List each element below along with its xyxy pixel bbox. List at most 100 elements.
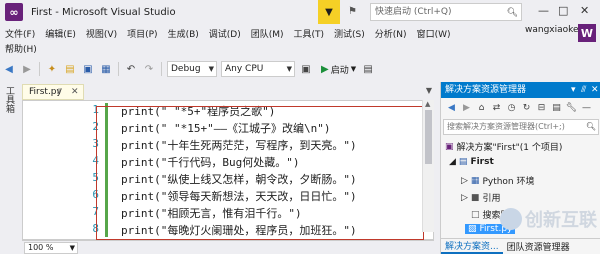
menu-window[interactable]: 窗口(W) (412, 27, 456, 40)
chevron-down-icon: ▼ (69, 244, 75, 252)
toolbox-tab[interactable]: 工具箱 (3, 86, 16, 113)
menu-help[interactable]: 帮助(H) (0, 42, 37, 56)
python-file-icon: ▧ (468, 224, 477, 234)
tree-item-references[interactable]: ▷ ■ 引用 (461, 191, 501, 205)
start-button[interactable]: ▶ 启动 ▼ (321, 63, 356, 76)
scroll-up-icon[interactable]: ▲ (425, 100, 430, 108)
expand-icon[interactable]: ◢ (449, 157, 456, 167)
menu-file[interactable]: 文件(F) (0, 27, 40, 40)
toolbox-strip: 工具箱 (0, 82, 18, 242)
menu-analyze[interactable]: 分析(N) (370, 27, 412, 40)
back-icon[interactable]: ◀ (1, 61, 17, 77)
zoom-dropdown[interactable]: 100 % ▼ (24, 242, 78, 254)
pin-icon[interactable]: ⫻ (57, 85, 62, 99)
platform-value: Any CPU (225, 64, 264, 74)
forward-icon[interactable]: ▶ (460, 100, 473, 116)
chevron-down-icon: ▼ (286, 65, 292, 73)
toolbar-separator (39, 62, 40, 76)
configuration-value: Debug (171, 64, 201, 74)
tree-item-project[interactable]: ◢ ▤ First (449, 157, 494, 167)
line-number: 4 (92, 154, 99, 167)
sync-icon[interactable]: ⇄ (490, 100, 503, 116)
collapsed-icon[interactable]: ▷ (461, 176, 468, 186)
minimize-icon[interactable]: — (538, 4, 549, 17)
undo-icon[interactable]: ↶ (123, 61, 139, 77)
menu-view[interactable]: 视图(V) (81, 27, 122, 40)
menu-bar: 文件(F) 编辑(E) 视图(V) 项目(P) 生成(B) 调试(D) 团队(M… (0, 24, 600, 42)
feedback-flag-icon[interactable]: ⚑ (348, 6, 357, 17)
refresh-icon[interactable]: ↻ (520, 100, 533, 116)
solution-explorer-tabs: 解决方案资... 团队资源管理器 (441, 238, 600, 254)
chevron-down-icon[interactable]: ▼ (426, 86, 432, 95)
toolbar-overflow-icon[interactable]: ▤ (360, 61, 376, 77)
code-area[interactable]: print(" "*5+"程序员之歌") print(" "*15+"——《江城… (107, 101, 425, 239)
tab-first-py[interactable]: First.py ⫻ ✕ (22, 84, 84, 100)
history-icon[interactable]: ◷ (505, 100, 518, 116)
maximize-icon[interactable]: □ (558, 4, 568, 17)
toolbar-icon[interactable]: ▣ (298, 61, 314, 77)
menu-build[interactable]: 生成(B) (163, 27, 204, 40)
collapse-all-icon[interactable]: ⊟ (535, 100, 548, 116)
save-all-icon[interactable]: ▦ (98, 61, 114, 77)
code-line[interactable]: print(" "*15+"——《江城子》改编\n") (121, 120, 330, 136)
code-line[interactable]: print("纵使上线又怎样，朝令改，夕断肠。") (121, 171, 357, 187)
scrollbar-thumb[interactable] (425, 110, 432, 164)
code-line[interactable]: print("相顾无言，惟有泪千行。") (121, 205, 302, 221)
home-icon[interactable]: ⌂ (475, 100, 488, 116)
notifications-icon[interactable]: ▼ (318, 0, 340, 24)
tree-item-label: 解决方案"First"(1 个项目) (456, 143, 563, 153)
code-line[interactable]: print("领导每天新想法，天天改，日日忙。") (121, 188, 357, 204)
avatar[interactable]: W (578, 24, 596, 42)
user-name[interactable]: wangxiaoke (525, 25, 579, 35)
save-icon[interactable]: ▣ (80, 61, 96, 77)
line-numbers: 1 2 3 4 5 6 7 8 (23, 101, 99, 239)
menu-team[interactable]: 团队(M) (246, 27, 289, 40)
tree-item-python-env[interactable]: ▷ ▦ Python 环境 (461, 174, 535, 188)
tab-team-explorer[interactable]: 团队资源管理器 (503, 240, 574, 253)
python-project-icon: ▤ (458, 157, 468, 167)
window-title: First - Microsoft Visual Studio (31, 6, 176, 18)
new-project-icon[interactable]: ✦ (44, 61, 60, 77)
code-line[interactable]: print("千行代码，Bug何处藏。") (121, 154, 299, 170)
close-icon[interactable]: ✕ (580, 4, 589, 17)
zoom-value: 100 % (28, 243, 54, 252)
vertical-scrollbar[interactable]: ▲ (422, 100, 434, 232)
tree-item-label: 引用 (482, 194, 501, 204)
show-all-files-icon[interactable]: ▤ (550, 100, 563, 116)
search-icon: 🔍︎ (506, 8, 518, 18)
redo-icon[interactable]: ↷ (141, 61, 157, 77)
solution-explorer-search[interactable]: 搜索解决方案资源管理器(Ctrl+;) 🔍︎ (443, 119, 599, 135)
quick-launch-input[interactable]: 快速启动 (Ctrl+Q) 🔍︎ (370, 3, 522, 21)
menu-edit[interactable]: 编辑(E) (40, 27, 81, 40)
watermark-text: 创新互联 (525, 210, 597, 231)
close-icon[interactable]: ✕ (71, 85, 79, 99)
open-file-icon[interactable]: ▤ (62, 61, 78, 77)
line-number: 1 (92, 103, 99, 116)
platform-dropdown[interactable]: Any CPU ▼ (221, 61, 295, 77)
menu-debug[interactable]: 调试(D) (204, 27, 246, 40)
watermark-logo: 创新互联 (500, 206, 597, 232)
forward-icon[interactable]: ▶ (19, 61, 35, 77)
code-line[interactable]: print("每晚灯火阑珊处，程序员，加班狂。") (121, 222, 357, 238)
close-icon[interactable]: ✕ (591, 82, 599, 98)
configuration-dropdown[interactable]: Debug ▼ (167, 61, 217, 77)
code-line[interactable]: print("十年生死两茫茫，写程序，到天亮。") (121, 137, 357, 153)
tab-solution-explorer[interactable]: 解决方案资... (441, 239, 503, 254)
start-label: 启动 (330, 65, 349, 76)
menu-tools[interactable]: 工具(T) (289, 27, 330, 40)
collapsed-icon[interactable]: ▷ (461, 193, 468, 203)
code-line[interactable]: print(" "*5+"程序员之歌") (121, 103, 275, 119)
overflow-icon[interactable]: — (580, 100, 593, 116)
line-number: 7 (92, 205, 99, 218)
tree-item-solution[interactable]: ▣ 解决方案"First"(1 个项目) (445, 140, 563, 154)
code-editor[interactable]: 1 2 3 4 5 6 7 8 print(" "*5+"程序员之歌") pri… (22, 100, 434, 240)
back-icon[interactable]: ◀ (445, 100, 458, 116)
references-icon: ■ (470, 192, 480, 203)
pin-icon[interactable]: ⫻ (581, 82, 586, 98)
python-env-icon: ▦ (470, 175, 480, 186)
menu-project[interactable]: 项目(P) (122, 27, 162, 40)
properties-icon[interactable]: 🔧︎ (565, 100, 578, 116)
menu-test[interactable]: 测试(S) (329, 27, 370, 40)
chevron-down-icon[interactable]: ▾ (571, 82, 576, 98)
tree-item-label: First (470, 157, 494, 167)
